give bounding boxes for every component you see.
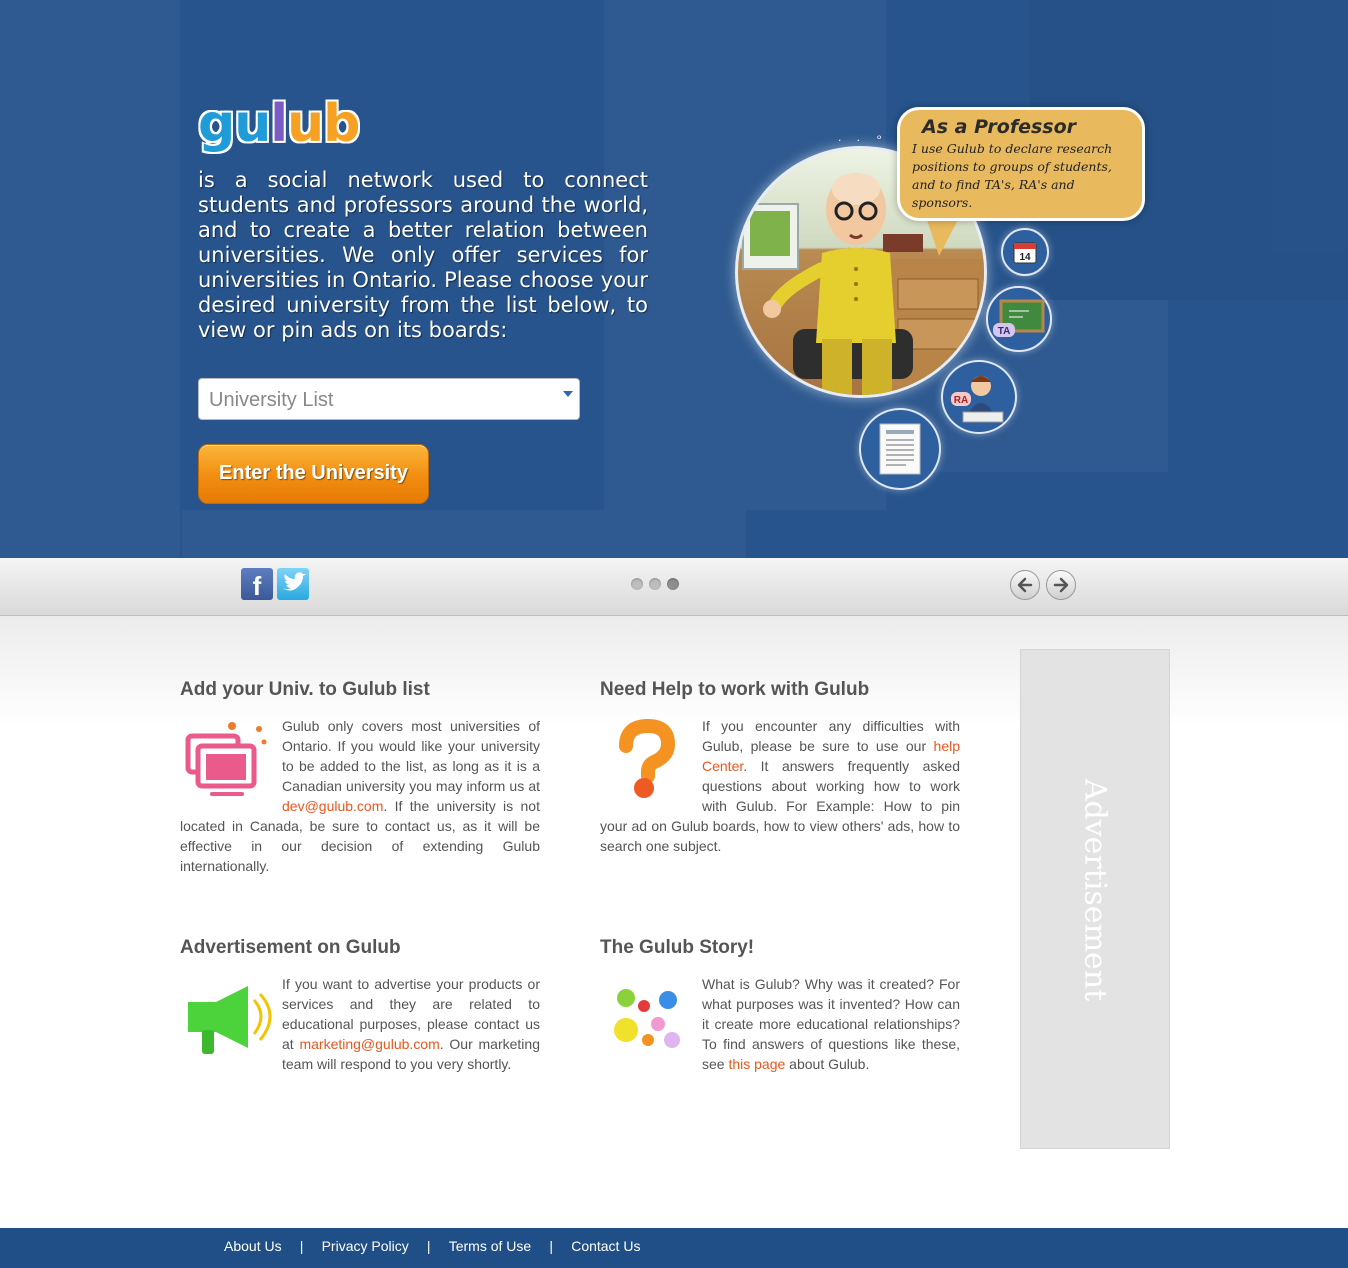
twitter-bird-icon <box>283 572 306 591</box>
bg-block <box>182 510 746 558</box>
section-text-part: about Gulub. <box>785 1056 870 1072</box>
footer-nav: About Us | Privacy Policy | Terms of Use | Con… <box>224 1238 640 1254</box>
arrow-right-icon <box>1053 577 1069 593</box>
university-select[interactable]: University List <box>198 378 580 420</box>
calendar-feature[interactable]: 14 <box>1001 228 1049 276</box>
colorful-dots-icon <box>614 989 680 1048</box>
document-feature[interactable] <box>859 408 941 490</box>
marketing-email-link[interactable]: marketing@gulub.com <box>299 1036 439 1052</box>
footer-separator: | <box>299 1238 304 1254</box>
section-text: If you want to advertise your products o… <box>180 974 540 1074</box>
pager-dot-2[interactable] <box>649 578 661 590</box>
megaphone-icon <box>188 986 272 1054</box>
chalkboard-icon: TA <box>993 299 1045 337</box>
intro-text: is a social network used to connect stud… <box>198 168 648 342</box>
section-title: Advertisement on Gulub <box>180 937 401 958</box>
pager-dot-1[interactable] <box>631 578 643 590</box>
next-slide-button[interactable] <box>1046 570 1076 600</box>
logo-letter: l <box>270 94 288 154</box>
svg-text:RA: RA <box>954 395 968 406</box>
logo-letter: u <box>234 94 271 154</box>
section-text: What is Gulub? Why was it created? For w… <box>600 974 960 1074</box>
footer <box>0 1228 1348 1268</box>
logo-letter: b <box>323 94 360 154</box>
privacy-policy-link[interactable]: Privacy Policy <box>322 1238 409 1254</box>
about-us-link[interactable]: About Us <box>224 1238 282 1254</box>
section-text: Gulub only covers most universities of O… <box>180 716 540 876</box>
section-text-part: Gulub only covers most universities of O… <box>282 718 540 794</box>
bg-block <box>0 0 180 558</box>
logo-letter: u <box>287 94 324 154</box>
section-title: The Gulub Story! <box>600 937 755 958</box>
section-title: Need Help to work with Gulub <box>600 679 870 700</box>
research-assistant-icon: RA <box>951 376 1004 423</box>
terms-of-use-link[interactable]: Terms of Use <box>449 1238 531 1254</box>
footer-separator: | <box>426 1238 431 1254</box>
twitter-icon[interactable] <box>277 568 309 600</box>
logo-letter: g <box>198 94 235 154</box>
enter-university-button[interactable]: Enter the University <box>198 444 429 504</box>
svg-text:TA: TA <box>998 326 1011 337</box>
section-title: Add your Univ. to Gulub list <box>180 679 430 700</box>
dev-email-link[interactable]: dev@gulub.com <box>282 798 383 814</box>
prev-slide-button[interactable] <box>1010 570 1040 600</box>
pager-dot-3[interactable] <box>667 578 679 590</box>
hero-banner: gulub is a social network used to connec… <box>0 0 1348 558</box>
monitors-icon <box>185 722 267 796</box>
thought-dots: . . ∘ <box>838 130 889 144</box>
university-select-value: University List <box>209 389 334 411</box>
calendar-icon: 14 <box>1013 242 1037 264</box>
facebook-icon[interactable]: f <box>241 568 273 601</box>
section-text: If you encounter any difficulties with G… <box>600 716 960 856</box>
arrow-left-icon <box>1017 577 1033 593</box>
question-mark-icon <box>619 718 676 798</box>
advertisement-label: Advertisement <box>1077 778 1113 1002</box>
document-icon <box>879 423 921 475</box>
footer-separator: | <box>549 1238 554 1254</box>
ra-feature[interactable]: RA <box>941 360 1017 434</box>
gulub-logo[interactable]: gulub <box>198 98 360 150</box>
ta-feature[interactable]: TA <box>986 286 1052 352</box>
svg-text:14: 14 <box>1019 252 1031 263</box>
bubble-text: I use Gulub to declare research position… <box>912 141 1113 210</box>
story-page-link[interactable]: this page <box>728 1056 785 1072</box>
contact-us-link[interactable]: Contact Us <box>571 1238 640 1254</box>
speech-bubble: As a Professor I use Gulub to declare re… <box>897 107 1145 221</box>
bubble-title: As a Professor <box>922 116 1077 138</box>
chevron-down-icon <box>563 391 573 397</box>
section-text-part: If you encounter any difficulties with G… <box>702 718 960 754</box>
